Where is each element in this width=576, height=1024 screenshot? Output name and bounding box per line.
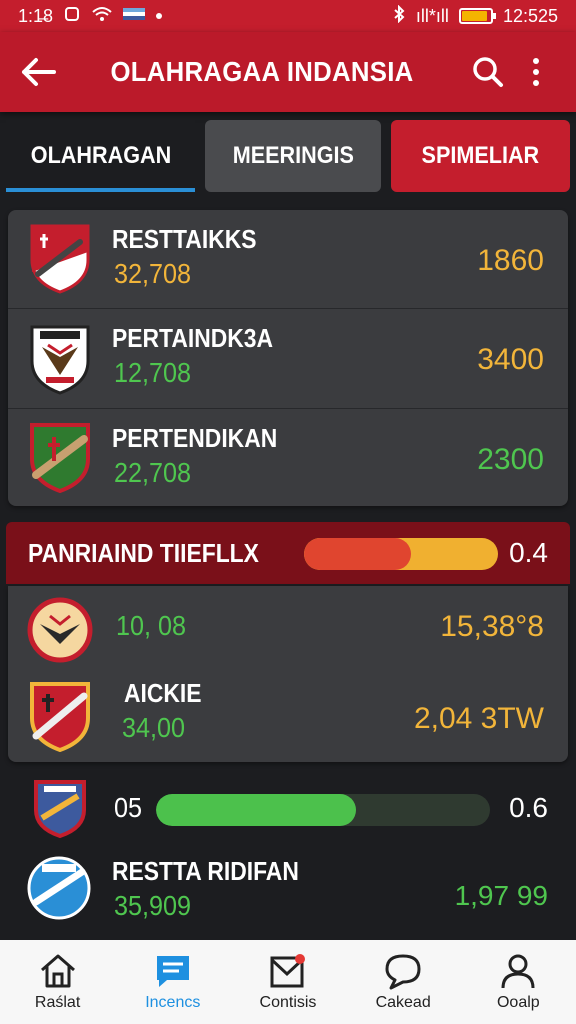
tab-label: SPIMELIAR: [421, 142, 540, 169]
nav-item-contisis[interactable]: Contisis: [233, 952, 343, 1012]
row-value: 0.6: [509, 792, 548, 823]
team-crest-icon: [26, 323, 94, 395]
nav-item-cakead[interactable]: Cakead: [348, 952, 458, 1012]
alarm-icon: [63, 5, 81, 28]
team-name: RESTTA RIDIFAN: [112, 856, 299, 886]
match-score: 34,00: [122, 712, 186, 743]
team-name: AICKIE: [124, 678, 202, 708]
section-title: PANRIAIND TIIEFLLX: [28, 537, 259, 568]
nav-item-ooalp[interactable]: Ooalp: [463, 952, 573, 1012]
leaderboard-card: RESTTAIKKS 32,708 1860 PERTAINDK3A 12,70…: [8, 210, 568, 506]
team-name: PERTENDIKAN: [112, 423, 278, 453]
nav-label: Ooalp: [496, 994, 540, 1011]
search-icon: [473, 57, 503, 87]
chat-icon: [156, 956, 189, 987]
team-name: PERTAINDK3A: [112, 323, 274, 353]
team-crest-icon: [30, 778, 90, 839]
list-item[interactable]: PERTENDIKAN 22,708 2300: [8, 408, 568, 506]
flag-icon: [123, 6, 146, 27]
nav-label: Incencs: [145, 994, 201, 1011]
nav-label: Cakead: [375, 994, 431, 1011]
tab-label: OLAHRAGAN: [30, 142, 171, 169]
user-icon: [501, 954, 535, 989]
bottom-navigation: Raślat Incencs Contisis Cakead Ooalp: [0, 940, 576, 1024]
tab-meeringis[interactable]: MEERINGIS: [205, 120, 381, 192]
arrow-left-icon: [22, 58, 56, 86]
search-button[interactable]: [464, 48, 512, 96]
tab-spimeliar[interactable]: SPIMELIAR: [390, 120, 570, 192]
match-value: 2,04 3TW: [413, 702, 544, 735]
tab-olahragan[interactable]: OLAHRAGAN: [6, 120, 196, 192]
wifi-icon: [91, 5, 113, 28]
match-value: 15,38°8: [440, 610, 544, 643]
status-bar: 1:1̶8 ıll*ıll 12:525: [0, 0, 576, 32]
team-crest-icon: [26, 594, 94, 666]
status-left: 1:1̶8: [18, 5, 163, 28]
section-value: 0.4: [509, 537, 548, 568]
bubble-icon: [385, 954, 421, 990]
team-score: 12,708: [114, 357, 192, 388]
dot-icon: [155, 7, 163, 25]
status-time: 1:1̶8: [18, 5, 54, 26]
row-progress-bar: [156, 794, 490, 826]
nav-label: Raślat: [34, 994, 81, 1011]
list-item[interactable]: PERTAINDK3A 12,708 3400: [8, 308, 568, 408]
team-value: 3400: [477, 343, 544, 376]
row-label: 05: [114, 792, 143, 823]
list-item[interactable]: 10, 08 15,38°8: [8, 586, 568, 674]
team-score: 22,708: [114, 457, 192, 488]
team-value: 1860: [477, 244, 544, 277]
team-name: RESTTAIKKS: [112, 224, 257, 254]
nav-item-raslat[interactable]: Raślat: [3, 952, 113, 1012]
tab-label: MEERINGIS: [232, 142, 354, 169]
more-button[interactable]: [512, 48, 560, 96]
app-bar: OLAHRAGAA INDANSIA: [0, 32, 576, 112]
more-vert-icon: [533, 58, 539, 86]
team-crest-icon: [26, 854, 92, 922]
signal-text: ıll*ıll: [415, 5, 449, 26]
match-score: 10, 08: [116, 610, 187, 641]
back-button[interactable]: [16, 50, 60, 94]
team-crest-icon: [26, 680, 94, 753]
team-crest-icon: [26, 421, 94, 494]
mail-icon: [270, 954, 305, 988]
team-score: 32,708: [114, 258, 192, 289]
team-crest-icon: [26, 222, 94, 294]
home-icon: [40, 954, 75, 988]
team-value: 2300: [477, 443, 544, 476]
section-progress-bar: [304, 538, 498, 570]
page-title: OLAHRAGAA INDANSIA: [110, 56, 414, 87]
section-header: PANRIAIND TIIEFLLX 0.4: [6, 522, 570, 584]
bluetooth-icon: [392, 4, 406, 28]
tab-bar: OLAHRAGAN MEERINGIS SPIMELIAR: [0, 120, 576, 192]
list-item[interactable]: AICKIE 34,00 2,04 3TW: [8, 674, 568, 762]
status-right: ıll*ıll 12:525: [392, 4, 558, 28]
list-item[interactable]: RESTTAIKKS 32,708 1860: [8, 210, 568, 308]
nav-label: Contisis: [259, 994, 317, 1011]
team-score: 35,909: [114, 890, 192, 921]
team-value: 1,97 99: [454, 880, 548, 911]
nav-item-incencs[interactable]: Incencs: [118, 952, 228, 1012]
match-card: 10, 08 15,38°8 AICKIE 34,00 2,04 3TW: [8, 586, 568, 762]
status-time-right: 12:525: [502, 5, 558, 26]
battery-icon: [458, 8, 496, 24]
